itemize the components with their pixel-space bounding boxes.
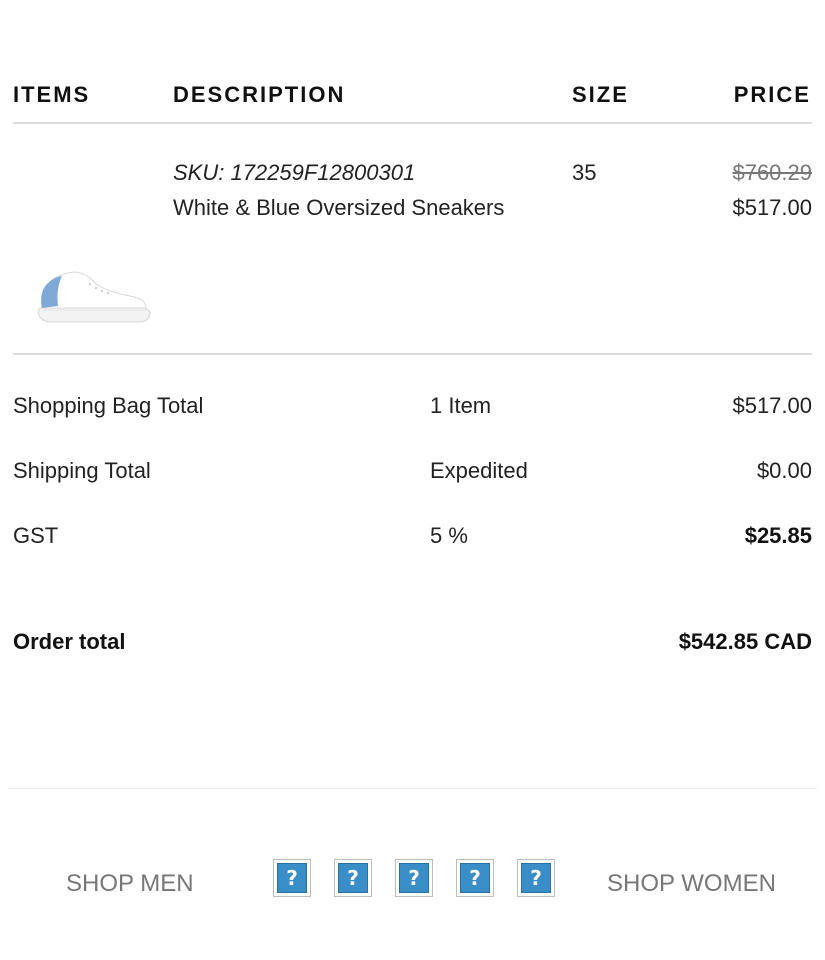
item-price: $517.00 xyxy=(732,195,812,220)
broken-image-icon: ? xyxy=(399,863,429,893)
shipping-method: Expedited xyxy=(430,458,528,483)
social-link[interactable]: ? xyxy=(273,859,311,897)
broken-image-icon: ? xyxy=(277,863,307,893)
shop-women-link[interactable]: SHOP WOMEN xyxy=(607,870,776,898)
shipping-total-value: $0.00 xyxy=(756,458,812,483)
social-link[interactable]: ? xyxy=(334,859,372,897)
social-link[interactable]: ? xyxy=(395,859,433,897)
social-link[interactable]: ? xyxy=(456,859,494,897)
sneaker-image[interactable] xyxy=(34,262,154,326)
divider xyxy=(8,788,817,789)
item-name[interactable]: White & Blue Oversized Sneakers xyxy=(173,195,504,221)
divider xyxy=(13,353,812,355)
gst-value: $25.85 xyxy=(744,523,812,548)
sneaker-icon xyxy=(37,271,151,323)
broken-image-icon: ? xyxy=(338,863,368,893)
gst-label: GST xyxy=(13,523,59,548)
social-link[interactable]: ? xyxy=(517,859,555,897)
social-links: ? ? ? ? ? xyxy=(273,859,555,897)
order-total-label: Order total xyxy=(13,629,126,654)
order-total-value: $542.85 CAD xyxy=(678,629,812,654)
bag-total-value: $517.00 xyxy=(732,393,812,418)
divider xyxy=(13,122,812,124)
gst-rate: 5 % xyxy=(430,523,468,548)
shipping-total-label: Shipping Total xyxy=(13,458,151,483)
bag-total-label: Shopping Bag Total xyxy=(13,393,204,418)
broken-image-icon: ? xyxy=(521,863,551,893)
broken-image-icon: ? xyxy=(460,863,490,893)
item-sku: SKU: 172259F12800301 xyxy=(173,160,416,185)
column-header-size: SIZE xyxy=(572,82,629,107)
bag-total-quantity: 1 Item xyxy=(430,393,492,418)
column-header-price: PRICE xyxy=(733,82,811,107)
shop-men-link[interactable]: SHOP MEN xyxy=(66,870,194,898)
item-original-price: $760.29 xyxy=(732,160,812,185)
item-size: 35 xyxy=(572,160,597,185)
column-header-items: ITEMS xyxy=(13,82,91,107)
column-header-description: DESCRIPTION xyxy=(173,82,346,107)
